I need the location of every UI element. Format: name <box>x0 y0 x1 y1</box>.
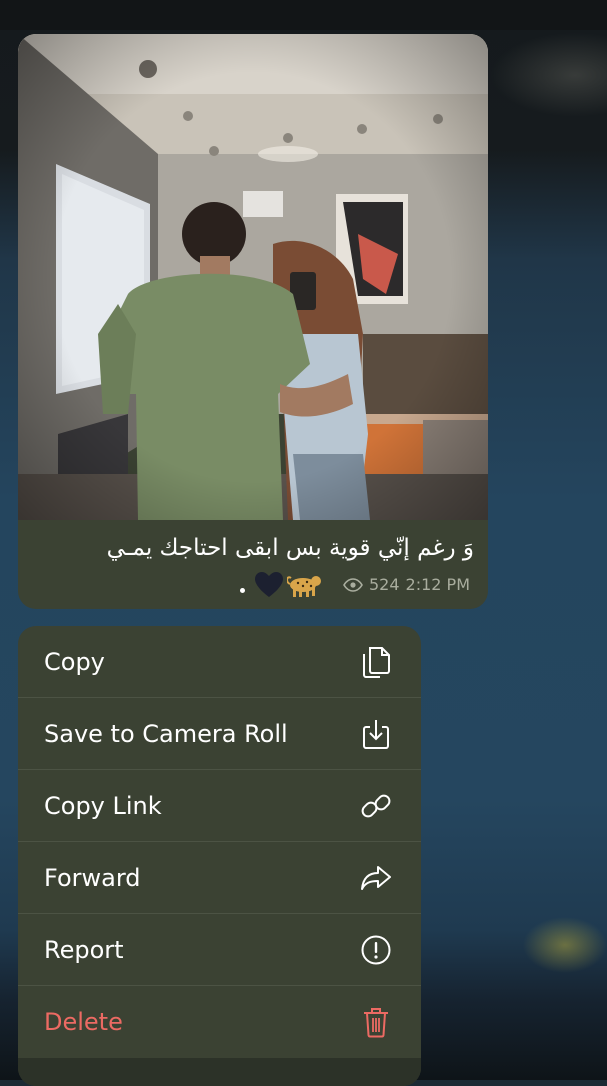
message-bubble[interactable]: وَ رغم إنّي قوية بس ابقى احتاجك يمـي 524… <box>18 34 488 609</box>
menu-overflow-separator <box>18 1058 421 1086</box>
trash-icon <box>359 1005 393 1039</box>
black-heart-emoji <box>255 572 283 597</box>
report-exclamation-icon <box>359 933 393 967</box>
forward-arrow-icon <box>359 861 393 895</box>
menu-item-label: Forward <box>44 863 141 892</box>
menu-item-label: Delete <box>44 1008 123 1036</box>
message-caption: وَ رغم إنّي قوية بس ابقى احتاجك يمـي <box>106 535 474 561</box>
caption-emoji-row <box>240 572 321 598</box>
menu-item-label: Copy Link <box>44 791 162 820</box>
message-time: 2:12 PM <box>405 575 470 594</box>
link-icon <box>359 789 393 823</box>
menu-item-copy-link[interactable]: Copy Link <box>18 770 421 842</box>
save-download-icon <box>359 717 393 751</box>
message-meta: 524 2:12 PM <box>343 575 470 594</box>
copy-icon <box>359 645 393 679</box>
leopard-emoji <box>287 576 321 597</box>
menu-item-save-to-camera-roll[interactable]: Save to Camera Roll <box>18 698 421 770</box>
eye-icon <box>343 577 363 592</box>
menu-item-delete[interactable]: Delete <box>18 986 421 1058</box>
view-count: 524 <box>368 575 400 594</box>
menu-item-label: Copy <box>44 647 105 676</box>
menu-item-label: Save to Camera Roll <box>44 719 288 748</box>
context-menu: Copy Save to Camera Roll Copy Link Forwa… <box>18 626 421 1086</box>
bullet-dot <box>240 587 245 593</box>
menu-item-report[interactable]: Report <box>18 914 421 986</box>
photo-image <box>18 34 488 520</box>
message-footer: 524 2:12 PM <box>18 568 470 602</box>
message-photo[interactable] <box>18 34 488 520</box>
menu-item-label: Report <box>44 935 124 964</box>
menu-item-forward[interactable]: Forward <box>18 842 421 914</box>
menu-item-copy[interactable]: Copy <box>18 626 421 698</box>
top-dim-band <box>0 0 607 30</box>
